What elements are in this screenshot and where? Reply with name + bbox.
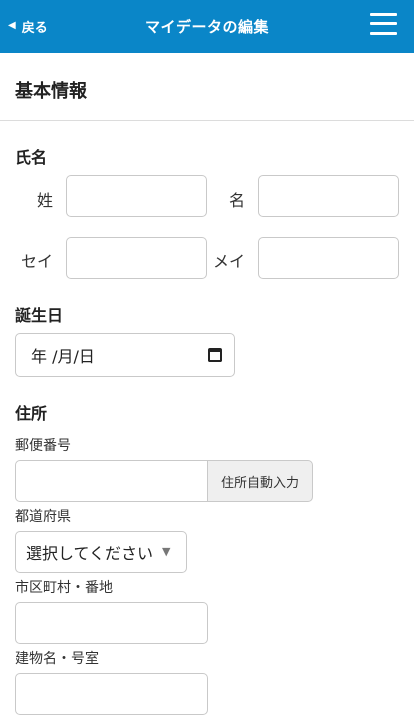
section-divider [0,120,414,121]
prefecture-selected-value: 選択してください [26,544,154,563]
last-name-label: 姓 [37,191,54,210]
first-name-kana-input[interactable] [258,237,399,279]
birthday-date-placeholder: 年 /月/日 [31,347,95,366]
section-title: 基本情報 [15,81,87,102]
first-name-kana-label: メイ [213,252,246,271]
city-input[interactable] [15,602,208,644]
name-group-label: 氏名 [15,148,48,167]
prefecture-select[interactable]: 選択してください ▼ [15,531,187,573]
address-group-label: 住所 [15,404,48,423]
calendar-icon[interactable] [208,348,222,362]
building-input[interactable] [15,673,208,715]
zip-label: 郵便番号 [15,438,71,454]
last-name-input[interactable] [66,175,207,217]
last-name-kana-input[interactable] [66,237,207,279]
first-name-input[interactable] [258,175,399,217]
address-autofill-button[interactable]: 住所自動入力 [207,460,313,502]
prefecture-label: 都道府県 [15,509,71,525]
hamburger-menu-icon[interactable] [370,13,397,35]
app-header: ◀ 戻る マイデータの編集 [0,0,414,53]
first-name-label: 名 [229,191,246,210]
birthday-group-label: 誕生日 [15,306,64,325]
birthday-date-input[interactable]: 年 /月/日 [15,333,235,377]
zip-input[interactable] [15,460,208,502]
last-name-kana-label: セイ [21,252,54,271]
building-label: 建物名・号室 [15,651,99,667]
page-title: マイデータの編集 [144,18,269,36]
dropdown-caret-icon: ▼ [162,545,171,558]
city-label: 市区町村・番地 [15,580,113,596]
